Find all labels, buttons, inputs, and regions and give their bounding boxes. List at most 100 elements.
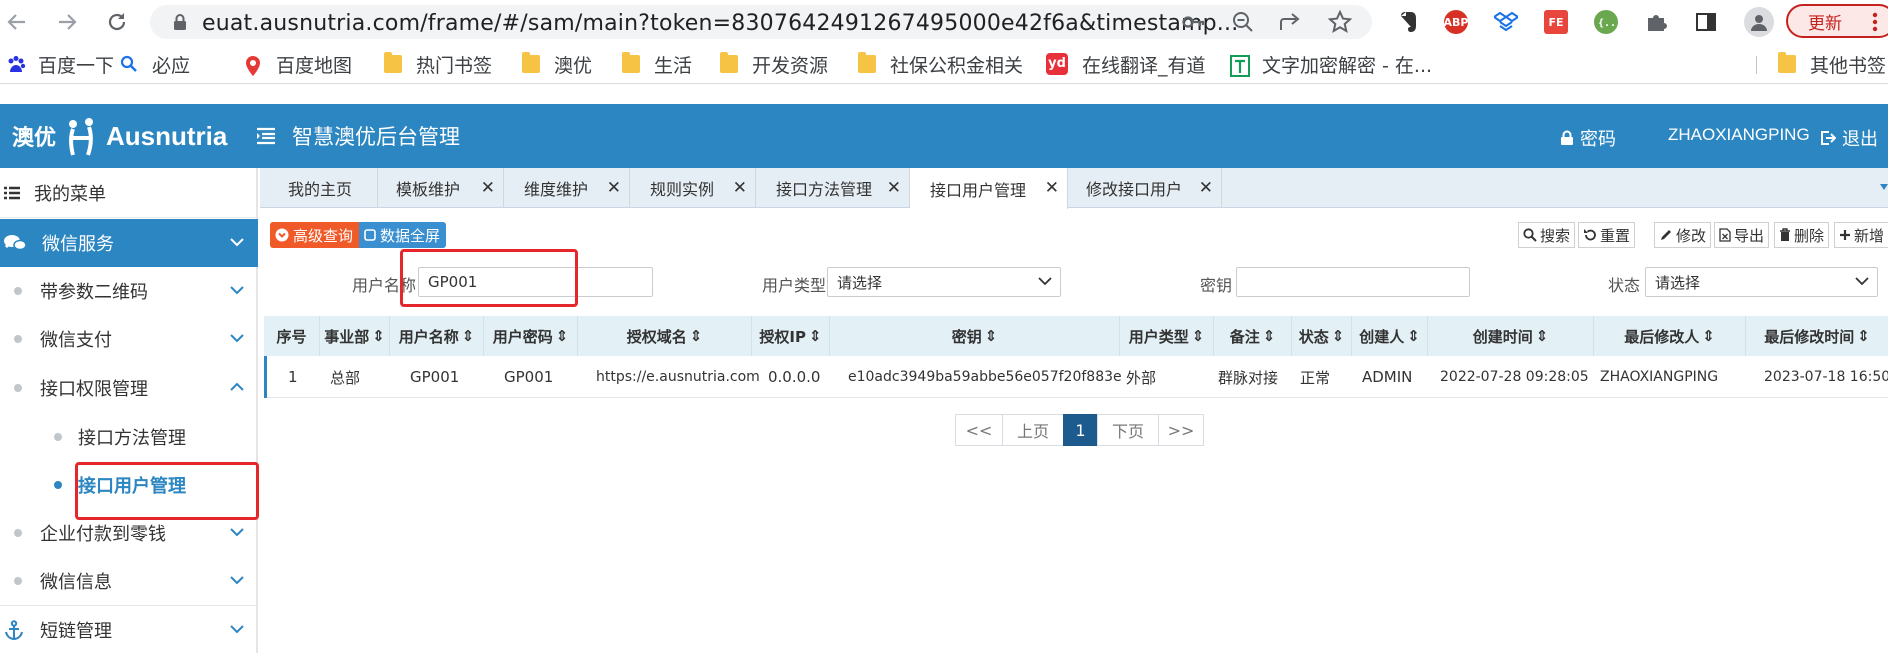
address-bar[interactable]: euat.ausnutria.com/frame/#/sam/main?toke… — [150, 5, 1372, 39]
star-icon[interactable] — [1328, 10, 1352, 34]
column-header[interactable]: 用户类型 ⇕ — [1120, 316, 1214, 356]
close-icon[interactable]: ✕ — [1199, 178, 1213, 198]
sidebar-item-wechat-pay[interactable]: 微信支付 — [0, 315, 258, 363]
close-icon[interactable]: ✕ — [1045, 178, 1059, 198]
column-header[interactable]: 用户密码 ⇕ — [484, 316, 578, 356]
bookmark-baidu-map[interactable]: 百度地图 — [244, 52, 352, 77]
bookmark-folder-hot[interactable]: 热门书签 — [384, 52, 492, 77]
menu-toggle-icon[interactable] — [256, 127, 276, 145]
tab-api-method[interactable]: 接口方法管理 ✕ — [756, 168, 910, 208]
fullscreen-button[interactable]: 数据全屏 — [359, 222, 447, 248]
secret-filter-input[interactable] — [1236, 267, 1470, 297]
bookmark-folder-other[interactable]: 其他书签 — [1778, 52, 1886, 77]
column-header[interactable]: 授权IP ⇕ — [752, 316, 830, 356]
bookmark-bing[interactable]: 必应 — [120, 52, 190, 77]
column-header[interactable]: 状态 ⇕ — [1292, 316, 1352, 356]
last-page-button[interactable]: >> — [1158, 414, 1204, 446]
edit-button[interactable]: 修改 — [1654, 222, 1712, 248]
sidebar-item-wechat-info[interactable]: 微信信息 — [0, 557, 258, 605]
url-text[interactable]: euat.ausnutria.com/frame/#/sam/main?toke… — [202, 11, 1238, 36]
column-header[interactable]: 最后修改时间 ⇕ — [1746, 316, 1888, 356]
bookmark-folder-life[interactable]: 生活 — [622, 52, 692, 77]
column-header[interactable]: 用户名称 ⇕ — [390, 316, 484, 356]
caret-down-icon[interactable] — [1880, 184, 1888, 190]
share-icon[interactable] — [1278, 11, 1302, 33]
add-button[interactable]: 新增 — [1834, 222, 1888, 248]
table-cell: https://e.ausnutria.com — [596, 369, 760, 385]
side-panel-icon[interactable] — [1694, 10, 1718, 34]
profile-avatar-icon[interactable] — [1744, 7, 1774, 37]
tab-template[interactable]: 模板维护 ✕ — [378, 168, 504, 208]
sidebar-item-api-permission[interactable]: 接口权限管理 — [0, 363, 258, 413]
first-page-button[interactable]: << — [955, 414, 1003, 446]
column-header[interactable]: 备注 ⇕ — [1214, 316, 1292, 356]
puzzle-icon[interactable] — [1644, 10, 1668, 34]
fe-helper-icon[interactable]: FE — [1544, 10, 1568, 34]
close-icon[interactable]: ✕ — [887, 178, 901, 198]
dropbox-icon[interactable] — [1494, 10, 1518, 34]
map-pin-icon — [244, 55, 262, 76]
bookmark-encrypt[interactable]: 文字加密解密 - 在... — [1230, 52, 1432, 77]
tab-dimension[interactable]: 维度维护 ✕ — [504, 168, 630, 208]
sidebar-section-short-link[interactable]: 短链管理 — [0, 605, 258, 653]
tab-rule-instance[interactable]: 规则实例 ✕ — [630, 168, 756, 208]
folder-icon — [720, 52, 738, 73]
close-icon[interactable]: ✕ — [607, 178, 621, 198]
usertype-filter-select[interactable]: 请选择 — [827, 267, 1061, 297]
delete-button[interactable]: 删除 — [1774, 222, 1830, 248]
tab-api-user[interactable]: 接口用户管理 ✕ — [910, 168, 1068, 209]
tab-home[interactable]: 我的主页 — [260, 168, 378, 208]
trash-icon — [1779, 228, 1791, 242]
page-number-current[interactable]: 1 — [1063, 414, 1098, 446]
close-icon[interactable]: ✕ — [733, 178, 747, 198]
bookmark-folder-dev[interactable]: 开发资源 — [720, 52, 828, 77]
adblock-icon[interactable]: ABP — [1444, 10, 1468, 34]
logout-link[interactable]: 退出 — [1820, 125, 1878, 151]
app-title: 智慧澳优后台管理 — [292, 125, 460, 149]
next-page-button[interactable]: 下页 — [1097, 414, 1159, 446]
chevron-down-icon — [1038, 276, 1052, 286]
column-header[interactable]: 创建时间 ⇕ — [1428, 316, 1594, 356]
column-header[interactable]: 密钥 ⇕ — [830, 316, 1120, 356]
column-header[interactable]: 序号 — [264, 316, 320, 356]
column-header[interactable]: 创建人 ⇕ — [1352, 316, 1428, 356]
evernote-icon[interactable] — [1396, 10, 1420, 34]
search-icon — [120, 55, 138, 73]
bookmark-folder-ausnutria[interactable]: 澳优 — [522, 52, 592, 77]
sidebar-item-qrcode[interactable]: 带参数二维码 — [0, 267, 258, 315]
tab-edit-api-user[interactable]: 修改接口用户 ✕ — [1068, 168, 1222, 208]
reload-icon[interactable] — [104, 9, 130, 35]
password-link[interactable]: 密码 — [1560, 125, 1616, 151]
lock-icon — [172, 13, 188, 31]
column-header[interactable]: 授权域名 ⇕ — [578, 316, 752, 356]
column-header[interactable]: 最后修改人 ⇕ — [1594, 316, 1746, 356]
bookmark-folder-social[interactable]: 社保公积金相关 — [858, 52, 1023, 77]
table-row[interactable]: 1 总部 GP001 GP001 https://e.ausnutria.com… — [264, 356, 1888, 398]
table-cell: 外部 — [1126, 368, 1157, 387]
ausnutria-logo[interactable]: 澳优 Ausnutria — [12, 116, 227, 156]
sort-icon: ⇕ — [1262, 327, 1276, 345]
zoom-out-icon[interactable] — [1232, 11, 1254, 33]
column-header[interactable]: 事业部 ⇕ — [320, 316, 390, 356]
reset-button[interactable]: 重置 — [1578, 222, 1636, 248]
bookmark-youdao[interactable]: yd 在线翻译_有道 — [1046, 52, 1206, 77]
sidebar-section-wechat[interactable]: 微信服务 — [0, 219, 258, 267]
back-icon[interactable] — [4, 9, 30, 35]
key-icon[interactable] — [1182, 13, 1206, 31]
sort-icon: ⇕ — [372, 327, 385, 345]
sidebar-item-api-method[interactable]: 接口方法管理 — [0, 413, 258, 461]
forward-icon[interactable] — [54, 9, 80, 35]
pencil-icon — [1659, 228, 1673, 242]
update-button[interactable]: 更新 — [1786, 4, 1888, 38]
bookmarks-divider — [1756, 56, 1757, 74]
prev-page-button[interactable]: 上页 — [1002, 414, 1064, 446]
bookmark-baidu[interactable]: 百度一下 — [6, 52, 114, 77]
json-formatter-icon[interactable]: {..} — [1594, 10, 1618, 34]
bullet-dot-icon — [54, 433, 62, 441]
export-button[interactable]: 导出 — [1714, 222, 1770, 248]
close-icon[interactable]: ✕ — [481, 178, 495, 198]
status-filter-select[interactable]: 请选择 — [1645, 267, 1878, 297]
folder-icon — [622, 52, 640, 73]
advanced-query-button[interactable]: 高级查询 — [270, 222, 360, 248]
search-button[interactable]: 搜索 — [1518, 222, 1576, 248]
